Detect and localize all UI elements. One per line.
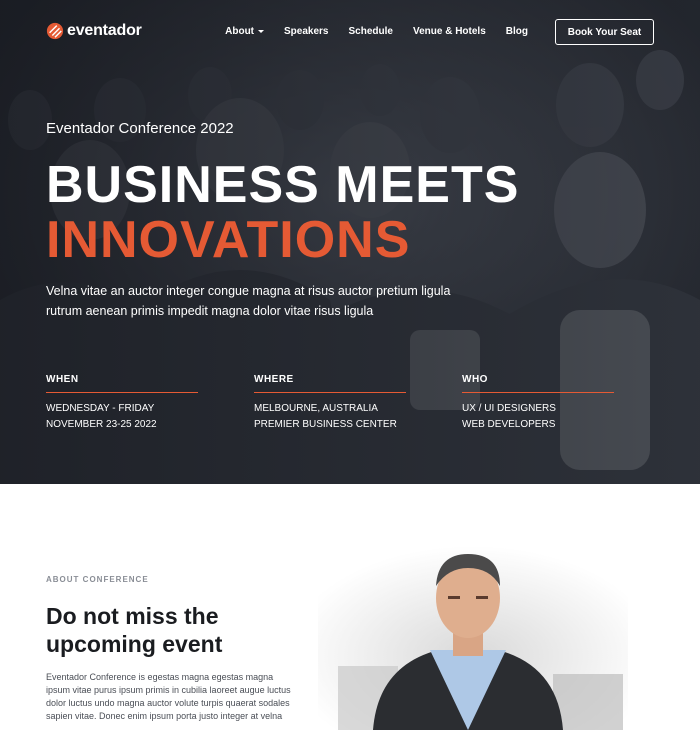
nav-item-label: About — [225, 26, 255, 37]
main-nav: About Speakers Schedule Venue & Hotels B… — [215, 26, 538, 37]
info-line: WEDNESDAY - FRIDAY — [46, 403, 155, 414]
chevron-down-icon — [258, 30, 265, 33]
about-title: Do not miss the upcoming event — [46, 603, 223, 657]
info-where: WHERE MELBOURNE, AUSTRALIA PREMIER BUSIN… — [254, 374, 406, 433]
info-label: WHERE — [254, 374, 406, 393]
nav-item-about[interactable]: About — [215, 26, 274, 37]
info-when: WHEN WEDNESDAY - FRIDAY NOVEMBER 23-25 2… — [46, 374, 198, 433]
info-line: MELBOURNE, AUSTRALIA — [254, 403, 378, 414]
hero-headline-line-2: INNOVATIONS — [46, 211, 411, 269]
hero-headline-line-1: BUSINESS MEETS — [46, 156, 520, 214]
info-line: NOVEMBER 23-25 2022 — [46, 419, 157, 430]
brand-name: eventador — [67, 22, 142, 39]
speaker-photo — [318, 546, 628, 730]
info-label: WHO — [462, 374, 614, 393]
book-seat-button[interactable]: Book Your Seat — [555, 19, 654, 45]
info-line: WEB DEVELOPERS — [462, 419, 556, 430]
about-text: Eventador Conference is egestas magna eg… — [46, 672, 291, 721]
nav-item-venue-hotels[interactable]: Venue & Hotels — [403, 26, 496, 37]
hero-eyebrow: Eventador Conference 2022 — [46, 120, 234, 137]
info-line: UX / UI DESIGNERS — [462, 403, 556, 414]
nav-item-blog[interactable]: Blog — [496, 26, 538, 37]
hero-section: eventador About Speakers Schedule Venue … — [0, 0, 700, 484]
hero-lede: Velna vitae an auctor integer congue mag… — [46, 284, 451, 318]
logo-mark-icon — [46, 22, 64, 40]
info-line: PREMIER BUSINESS CENTER — [254, 419, 397, 430]
nav-item-speakers[interactable]: Speakers — [274, 26, 338, 37]
info-label: WHEN — [46, 374, 198, 393]
brand-logo[interactable]: eventador — [46, 22, 142, 40]
about-kicker: ABOUT CONFERENCE — [46, 575, 149, 584]
info-who: WHO UX / UI DESIGNERS WEB DEVELOPERS — [462, 374, 614, 433]
nav-item-schedule[interactable]: Schedule — [339, 26, 403, 37]
